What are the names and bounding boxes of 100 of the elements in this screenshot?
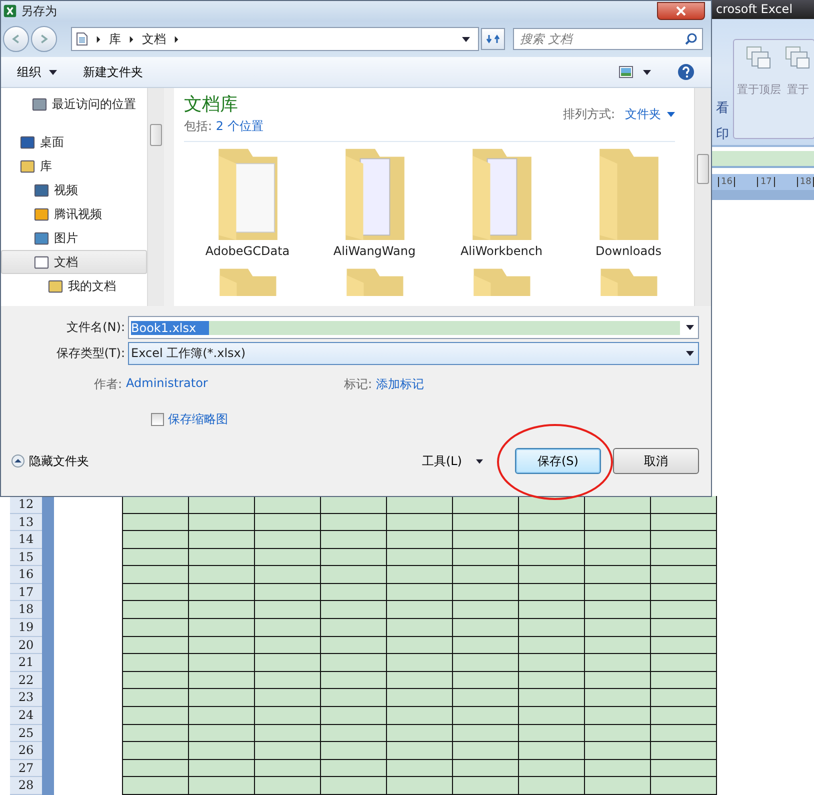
row-header[interactable]: 25 bbox=[10, 724, 42, 742]
row-header[interactable]: 27 bbox=[10, 760, 42, 778]
folder-item[interactable]: Downloads bbox=[565, 144, 692, 258]
row-header[interactable]: 15 bbox=[10, 548, 42, 566]
refresh-button[interactable] bbox=[481, 28, 505, 50]
breadcrumb-item[interactable]: 库 bbox=[109, 30, 121, 48]
toolbar-button[interactable]: 新建文件夹 bbox=[83, 64, 143, 80]
toolbar-button[interactable]: 组织 bbox=[17, 64, 57, 80]
table-cell bbox=[651, 707, 717, 725]
table-cell bbox=[453, 514, 519, 532]
chevron-icon bbox=[129, 36, 134, 42]
table-cell bbox=[585, 672, 651, 690]
dialog-button[interactable]: 保存(S) bbox=[515, 448, 601, 474]
folder-item[interactable]: AliWorkbench bbox=[438, 144, 565, 258]
row-header[interactable]: 24 bbox=[10, 707, 42, 725]
close-button[interactable] bbox=[657, 2, 705, 20]
locations-link[interactable]: 2 个位置 bbox=[216, 119, 264, 133]
table-cell bbox=[651, 777, 717, 795]
breadcrumb-item[interactable]: 文档 bbox=[142, 30, 166, 48]
folder-item[interactable]: AdobeGCData bbox=[184, 144, 311, 258]
nav-item[interactable]: 桌面 bbox=[1, 130, 147, 154]
combo-field[interactable]: Excel 工作簿(*.xlsx) bbox=[128, 342, 699, 365]
nav-item[interactable]: 图片 bbox=[1, 226, 147, 250]
row-header[interactable]: 20 bbox=[10, 636, 42, 654]
checkbox-label[interactable]: 保存缩略图 bbox=[168, 411, 228, 428]
nav-item[interactable]: 库 bbox=[1, 154, 147, 178]
table-cell bbox=[387, 531, 453, 549]
table-cell bbox=[321, 619, 387, 637]
row-header[interactable]: 22 bbox=[10, 672, 42, 690]
back-button[interactable] bbox=[3, 26, 29, 52]
row-header[interactable]: 13 bbox=[10, 514, 42, 532]
dialog-button[interactable]: 取消 bbox=[613, 448, 699, 474]
table-cell bbox=[387, 619, 453, 637]
table-cell bbox=[651, 584, 717, 602]
row-header[interactable]: 23 bbox=[10, 689, 42, 708]
table-cell bbox=[585, 636, 651, 654]
table-cell bbox=[519, 707, 585, 725]
tools-button[interactable]: 工具(L) bbox=[422, 452, 483, 470]
table-cell bbox=[255, 584, 321, 602]
table-cell bbox=[321, 601, 387, 620]
table-cell bbox=[321, 514, 387, 532]
table-cell bbox=[453, 566, 519, 584]
table-cell bbox=[189, 689, 255, 708]
combo-field[interactable]: Book1.xlsx bbox=[128, 316, 699, 339]
scrollbar-thumb[interactable] bbox=[150, 124, 162, 146]
sort-label: 排列方式: bbox=[562, 106, 615, 123]
checkbox[interactable] bbox=[151, 413, 164, 426]
row-header[interactable]: 19 bbox=[10, 619, 42, 637]
table-cell bbox=[651, 724, 717, 742]
nav-item[interactable]: 我的文档 bbox=[1, 274, 147, 298]
meta-value[interactable]: Administrator bbox=[126, 376, 208, 393]
address-bar[interactable]: 库 文档 bbox=[71, 27, 479, 51]
table-cell bbox=[585, 777, 651, 795]
table-cell bbox=[387, 584, 453, 602]
refresh-icon bbox=[486, 32, 500, 46]
table-cell bbox=[519, 584, 585, 602]
forward-button[interactable] bbox=[31, 26, 57, 52]
table-cell bbox=[255, 760, 321, 778]
folder-item[interactable]: AliWangWang bbox=[311, 144, 438, 258]
scrollbar-thumb[interactable] bbox=[697, 154, 709, 184]
nav-item[interactable]: 最近访问的位置 bbox=[1, 92, 147, 116]
help-button[interactable] bbox=[677, 63, 695, 81]
scrollbar[interactable] bbox=[694, 88, 711, 306]
table-cell bbox=[321, 654, 387, 672]
table-cell bbox=[321, 760, 387, 778]
table-cell bbox=[387, 548, 453, 566]
table-cell bbox=[387, 566, 453, 584]
table-cell bbox=[321, 584, 387, 602]
table-cell bbox=[585, 601, 651, 620]
table-cell bbox=[585, 689, 651, 708]
table-cell bbox=[321, 689, 387, 708]
table-cell bbox=[255, 689, 321, 708]
nav-item[interactable]: 文档 bbox=[1, 250, 147, 274]
table-cell bbox=[453, 689, 519, 708]
table-cell bbox=[255, 707, 321, 725]
search-field[interactable]: 搜索 文档 bbox=[513, 28, 703, 50]
table-cell bbox=[387, 724, 453, 742]
sort-dropdown[interactable]: 文件夹 bbox=[625, 106, 675, 123]
nav-item[interactable]: 腾讯视频 bbox=[1, 202, 147, 226]
table-cell bbox=[189, 566, 255, 584]
table-cell bbox=[585, 724, 651, 742]
table-cell bbox=[189, 514, 255, 532]
row-header[interactable]: 28 bbox=[10, 777, 42, 795]
row-header[interactable]: 21 bbox=[10, 654, 42, 672]
row-header[interactable]: 18 bbox=[10, 601, 42, 620]
table-cell bbox=[651, 531, 717, 549]
scrollbar[interactable] bbox=[147, 88, 164, 306]
table-cell bbox=[387, 601, 453, 620]
meta-value[interactable]: 添加标记 bbox=[376, 376, 424, 393]
table-cell bbox=[453, 707, 519, 725]
row-header[interactable]: 17 bbox=[10, 584, 42, 602]
nav-item[interactable]: 视频 bbox=[1, 178, 147, 202]
table-cell bbox=[255, 654, 321, 672]
meta-label: 作者: bbox=[94, 376, 122, 393]
row-header[interactable]: 26 bbox=[10, 742, 42, 760]
row-header[interactable]: 14 bbox=[10, 531, 42, 549]
table-cell bbox=[585, 654, 651, 672]
view-button[interactable] bbox=[619, 66, 651, 78]
row-header[interactable]: 16 bbox=[10, 566, 42, 584]
hide-folders-button[interactable]: 隐藏文件夹 bbox=[11, 452, 89, 470]
